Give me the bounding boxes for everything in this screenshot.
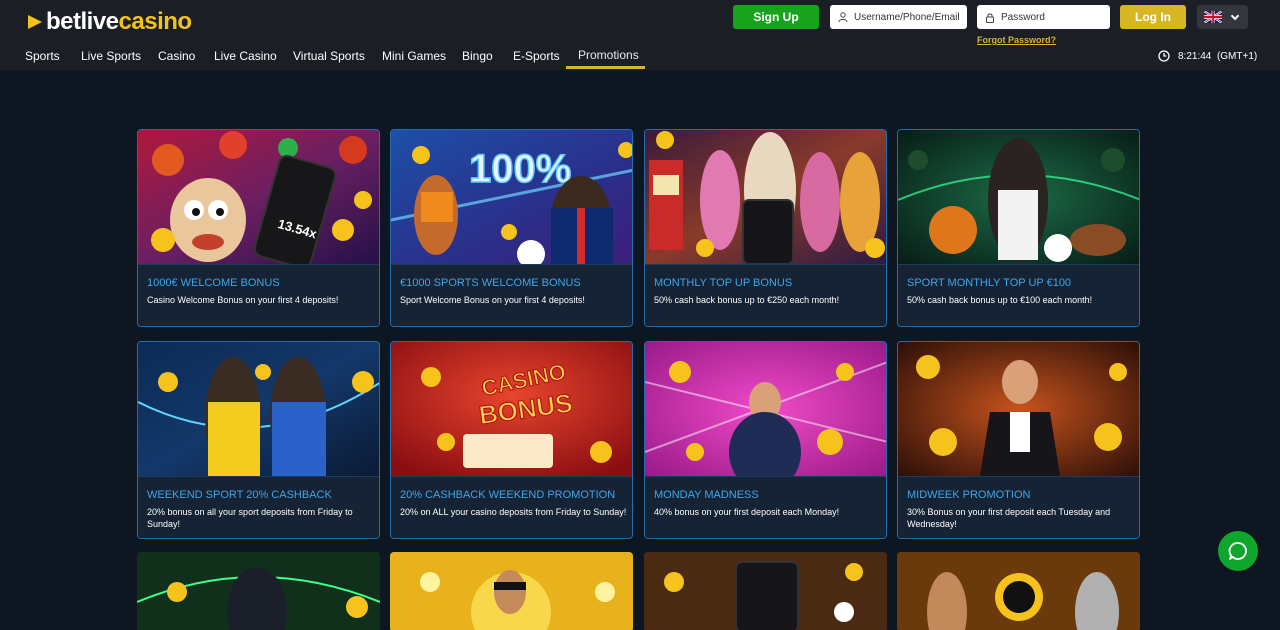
nav-sports[interactable]: Sports [25,49,60,63]
promo-description: 30% Bonus on your first deposit each Tue… [907,507,1111,529]
slot-characters-banner [645,130,886,264]
promo-card-row3-1[interactable] [137,552,380,630]
promo-card-row3-3[interactable] [644,552,887,630]
uk-flag-icon [1204,11,1222,23]
promo-banner-image[interactable]: 100% [391,130,632,264]
promo-banner-image[interactable]: 13.54x [138,130,379,264]
promo-banner-image[interactable]: CASINO BONUS [391,342,632,476]
site-logo[interactable]: betlive casino [28,8,192,36]
promo-title[interactable]: MONTHLY TOP UP BONUS [654,277,792,289]
promo-banner-image[interactable] [137,552,380,630]
promo-card-body: 1000€ WELCOME BONUS Casino Welcome Bonus… [138,264,379,326]
promo-card-midweek-promotion[interactable]: MIDWEEK PROMOTION 30% Bonus on your firs… [897,341,1140,539]
promo-card-body: MIDWEEK PROMOTION 30% Bonus on your firs… [898,476,1139,538]
active-tab-indicator [566,66,645,69]
promo-description: 50% cash back bonus up to €250 each mont… [654,295,840,305]
logo-arrow-icon [28,15,42,29]
nav-live-casino[interactable]: Live Casino [214,49,277,63]
clock-time: 8:21:44 [1178,50,1212,62]
promo-description: 50% cash back bonus up to €100 each mont… [907,295,1093,305]
promo-title[interactable]: WEEKEND SPORT 20% CASHBACK [147,489,332,501]
clock-icon [1158,50,1170,62]
row3-banner-3 [644,552,887,630]
banner-100-percent-text: 100% [469,147,571,191]
promo-card-row3-4[interactable] [897,552,1140,630]
site-header: betlivecasino Sign Up Log In Forgot Pass… [0,0,1280,70]
forgot-password-link[interactable]: Forgot Password? [977,35,1056,45]
nav-live-sports[interactable]: Live Sports [81,49,141,63]
sign-up-button[interactable]: Sign Up [733,5,819,29]
nav-mini-games[interactable]: Mini Games [382,49,446,63]
log-in-button[interactable]: Log In [1120,5,1186,29]
promo-card-body: MONDAY MADNESS 40% bonus on your first d… [645,476,886,538]
live-chat-button[interactable] [1218,531,1258,571]
promo-title[interactable]: 20% CASHBACK WEEKEND PROMOTION [400,489,615,501]
promo-card-row3-2[interactable] [390,552,633,630]
promo-banner-image[interactable] [898,130,1139,264]
promo-card-body: €1000 SPORTS WELCOME BONUS Sport Welcome… [391,264,632,326]
logo-text-casino: casino [118,8,193,35]
promo-card-sports-welcome[interactable]: 100% €1000 SPORTS WELCOME BONUS Sport We… [390,129,633,327]
row3-banner-1 [137,552,380,630]
nav-virtual-sports[interactable]: Virtual Sports [293,49,365,63]
monday-madness-banner [645,342,886,476]
username-field[interactable] [830,5,967,29]
promo-card-monday-madness[interactable]: MONDAY MADNESS 40% bonus on your first d… [644,341,887,539]
logo-text-betlive: betlive [46,8,119,35]
promo-description: 20% on ALL your casino deposits from Fri… [400,507,627,517]
promo-banner-image[interactable] [138,342,379,476]
nav-bingo[interactable]: Bingo [462,49,493,63]
promo-card-body: SPORT MONTHLY TOP UP €100 50% cash back … [898,264,1139,326]
promo-card-casino-welcome[interactable]: 13.54x 1000€ WELCOME BONUS Casino Welcom… [137,129,380,327]
clock-timezone: (GMT+1) [1216,50,1258,62]
promo-title[interactable]: MONDAY MADNESS [654,489,759,501]
sports-100-percent-banner: 100% [391,130,632,264]
lock-icon [986,12,994,23]
promo-title[interactable]: SPORT MONTHLY TOP UP €100 [907,277,1071,289]
promo-banner-image[interactable] [390,552,633,630]
promo-banner-image[interactable] [898,342,1139,476]
promo-card-body: WEEKEND SPORT 20% CASHBACK 20% bonus on … [138,476,379,538]
football-players-banner [138,342,379,476]
user-icon [838,11,848,22]
promo-banner-image[interactable] [645,342,886,476]
midweek-dealer-banner [898,342,1139,476]
promo-card-cashback-weekend[interactable]: CASINO BONUS 20% CASHBACK WEEKEND PROMOT… [390,341,633,539]
promo-description: Sport Welcome Bonus on your first 4 depo… [400,295,585,305]
promo-title[interactable]: MIDWEEK PROMOTION [907,489,1030,501]
password-input[interactable] [1001,11,1110,23]
chat-icon [1228,542,1247,560]
username-input[interactable] [854,11,967,23]
promo-card-body: MONTHLY TOP UP BONUS 50% cash back bonus… [645,264,886,326]
promo-title[interactable]: 1000€ WELCOME BONUS [147,277,280,289]
nav-e-sports[interactable]: E-Sports [513,49,560,63]
cartoon-casino-banner: 13.54x [138,130,379,264]
promo-description: 20% bonus on all your sport deposits fro… [147,507,353,529]
row3-banner-4 [897,552,1140,630]
password-field[interactable] [977,5,1110,29]
row3-banner-2 [390,552,633,630]
promo-banner-image[interactable] [644,552,887,630]
clock-display: 8:21:44 (GMT+1) [1158,50,1257,62]
promo-card-monthly-top-up[interactable]: MONTHLY TOP UP BONUS 50% cash back bonus… [644,129,887,327]
green-sports-banner [898,130,1139,264]
promo-card-sport-monthly-top-up[interactable]: SPORT MONTHLY TOP UP €100 50% cash back … [897,129,1140,327]
promo-description: Casino Welcome Bonus on your first 4 dep… [147,295,339,305]
promo-title[interactable]: €1000 SPORTS WELCOME BONUS [400,277,581,289]
nav-promotions[interactable]: Promotions [578,48,639,62]
promo-card-body: 20% CASHBACK WEEKEND PROMOTION 20% on AL… [391,476,632,538]
promo-description: 40% bonus on your first deposit each Mon… [654,507,840,517]
promo-banner-image[interactable] [645,130,886,264]
promo-banner-image[interactable] [897,552,1140,630]
promo-card-weekend-sport-cashback[interactable]: WEEKEND SPORT 20% CASHBACK 20% bonus on … [137,341,380,539]
nav-casino[interactable]: Casino [158,49,195,63]
language-selector[interactable] [1197,5,1248,29]
casino-bonus-banner: CASINO BONUS [391,342,632,476]
chevron-down-icon [1230,11,1240,20]
